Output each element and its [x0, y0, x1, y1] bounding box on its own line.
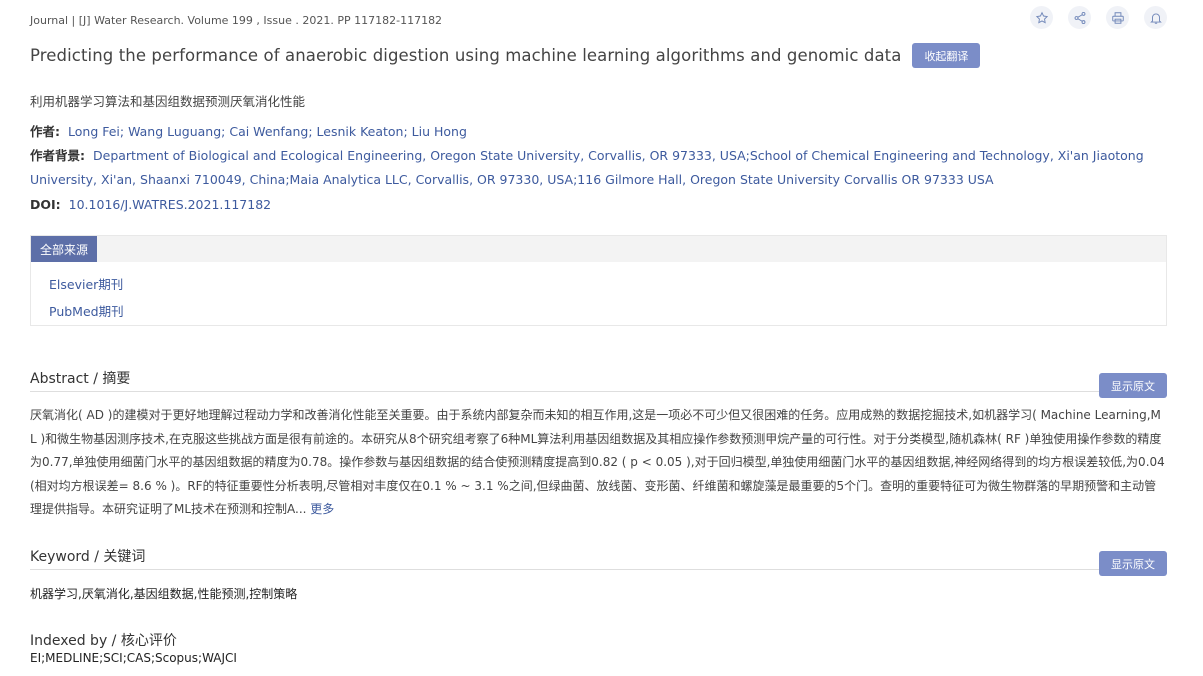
top-actions [1030, 6, 1167, 29]
abstract-body: 厌氧消化( AD )的建模对于更好地理解过程动力学和改善消化性能至关重要。由于系… [30, 404, 1167, 522]
collapse-translation-button[interactable]: 收起翻译 [912, 43, 981, 68]
affiliation-value[interactable]: Department of Biological and Ecological … [30, 148, 1144, 187]
chinese-title: 利用机器学习算法和基因组数据预测厌氧消化性能 [30, 94, 306, 109]
sources-header: 全部来源 [31, 236, 1166, 262]
tab-all-sources[interactable]: 全部来源 [31, 236, 98, 262]
authors-value[interactable]: Long Fei; Wang Luguang; Cai Wenfang; Les… [68, 124, 467, 139]
share-button[interactable] [1068, 6, 1091, 29]
subscribe-button[interactable] [1144, 6, 1167, 29]
affiliation-row: 作者背景: Department of Biological and Ecolog… [30, 144, 1170, 192]
abstract-text: 厌氧消化( AD )的建模对于更好地理解过程动力学和改善消化性能至关重要。由于系… [30, 408, 1165, 516]
source-link-elsevier[interactable]: Elsevier期刊 [49, 274, 123, 293]
title-row: Predicting the performance of anaerobic … [30, 43, 981, 68]
print-button[interactable] [1106, 6, 1129, 29]
favorite-button[interactable] [1030, 6, 1053, 29]
authors-label: 作者: [30, 124, 60, 139]
doi-row: DOI: 10.1016/J.WATRES.2021.117182 [30, 193, 1170, 217]
affiliation-label: 作者背景: [30, 148, 85, 163]
indexed-title: Indexed by / 核心评价 [30, 633, 177, 649]
source-link-pubmed[interactable]: PubMed期刊 [49, 301, 124, 320]
share-icon [1074, 11, 1085, 24]
keyword-header: Keyword / 关键词 显示原文 [30, 544, 1167, 576]
journal-line: Journal | [J] Water Research. Volume 199… [30, 14, 443, 27]
bell-icon [1149, 12, 1162, 24]
authors-row: 作者: Long Fei; Wang Luguang; Cai Wenfang; … [30, 120, 1170, 144]
abstract-header: Abstract / 摘要 显示原文 [30, 366, 1167, 398]
abstract-title: Abstract / 摘要 [30, 371, 131, 387]
doi-label: DOI: [30, 197, 61, 212]
abstract-show-original-button[interactable]: 显示原文 [1099, 373, 1167, 398]
keyword-title: Keyword / 关键词 [30, 549, 146, 565]
star-icon [1035, 11, 1048, 23]
doi-value[interactable]: 10.1016/J.WATRES.2021.117182 [69, 197, 271, 212]
abstract-more-link[interactable]: 更多 [306, 502, 334, 516]
indexed-value: EI;MEDLINE;SCI;CAS;Scopus;WAJCI [30, 651, 237, 665]
keyword-show-original-button[interactable]: 显示原文 [1099, 551, 1167, 576]
sources-panel: 全部来源 Elsevier期刊 PubMed期刊 [30, 235, 1167, 326]
page-title: Predicting the performance of anaerobic … [30, 46, 902, 65]
print-icon [1111, 11, 1124, 24]
keyword-list: 机器学习,厌氧消化,基因组数据,性能预测,控制策略 [30, 587, 298, 601]
